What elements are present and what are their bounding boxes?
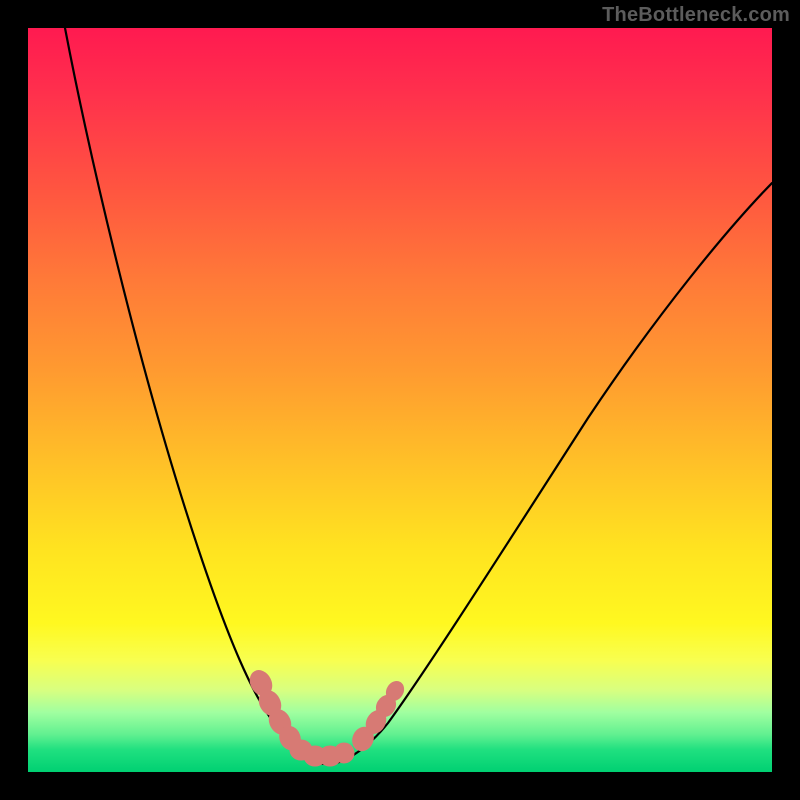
chart-plot-area: [28, 28, 772, 772]
chart-svg: [28, 28, 772, 772]
marker-group: [246, 667, 407, 766]
bottleneck-curve: [65, 28, 772, 764]
watermark-text: TheBottleneck.com: [602, 4, 790, 27]
